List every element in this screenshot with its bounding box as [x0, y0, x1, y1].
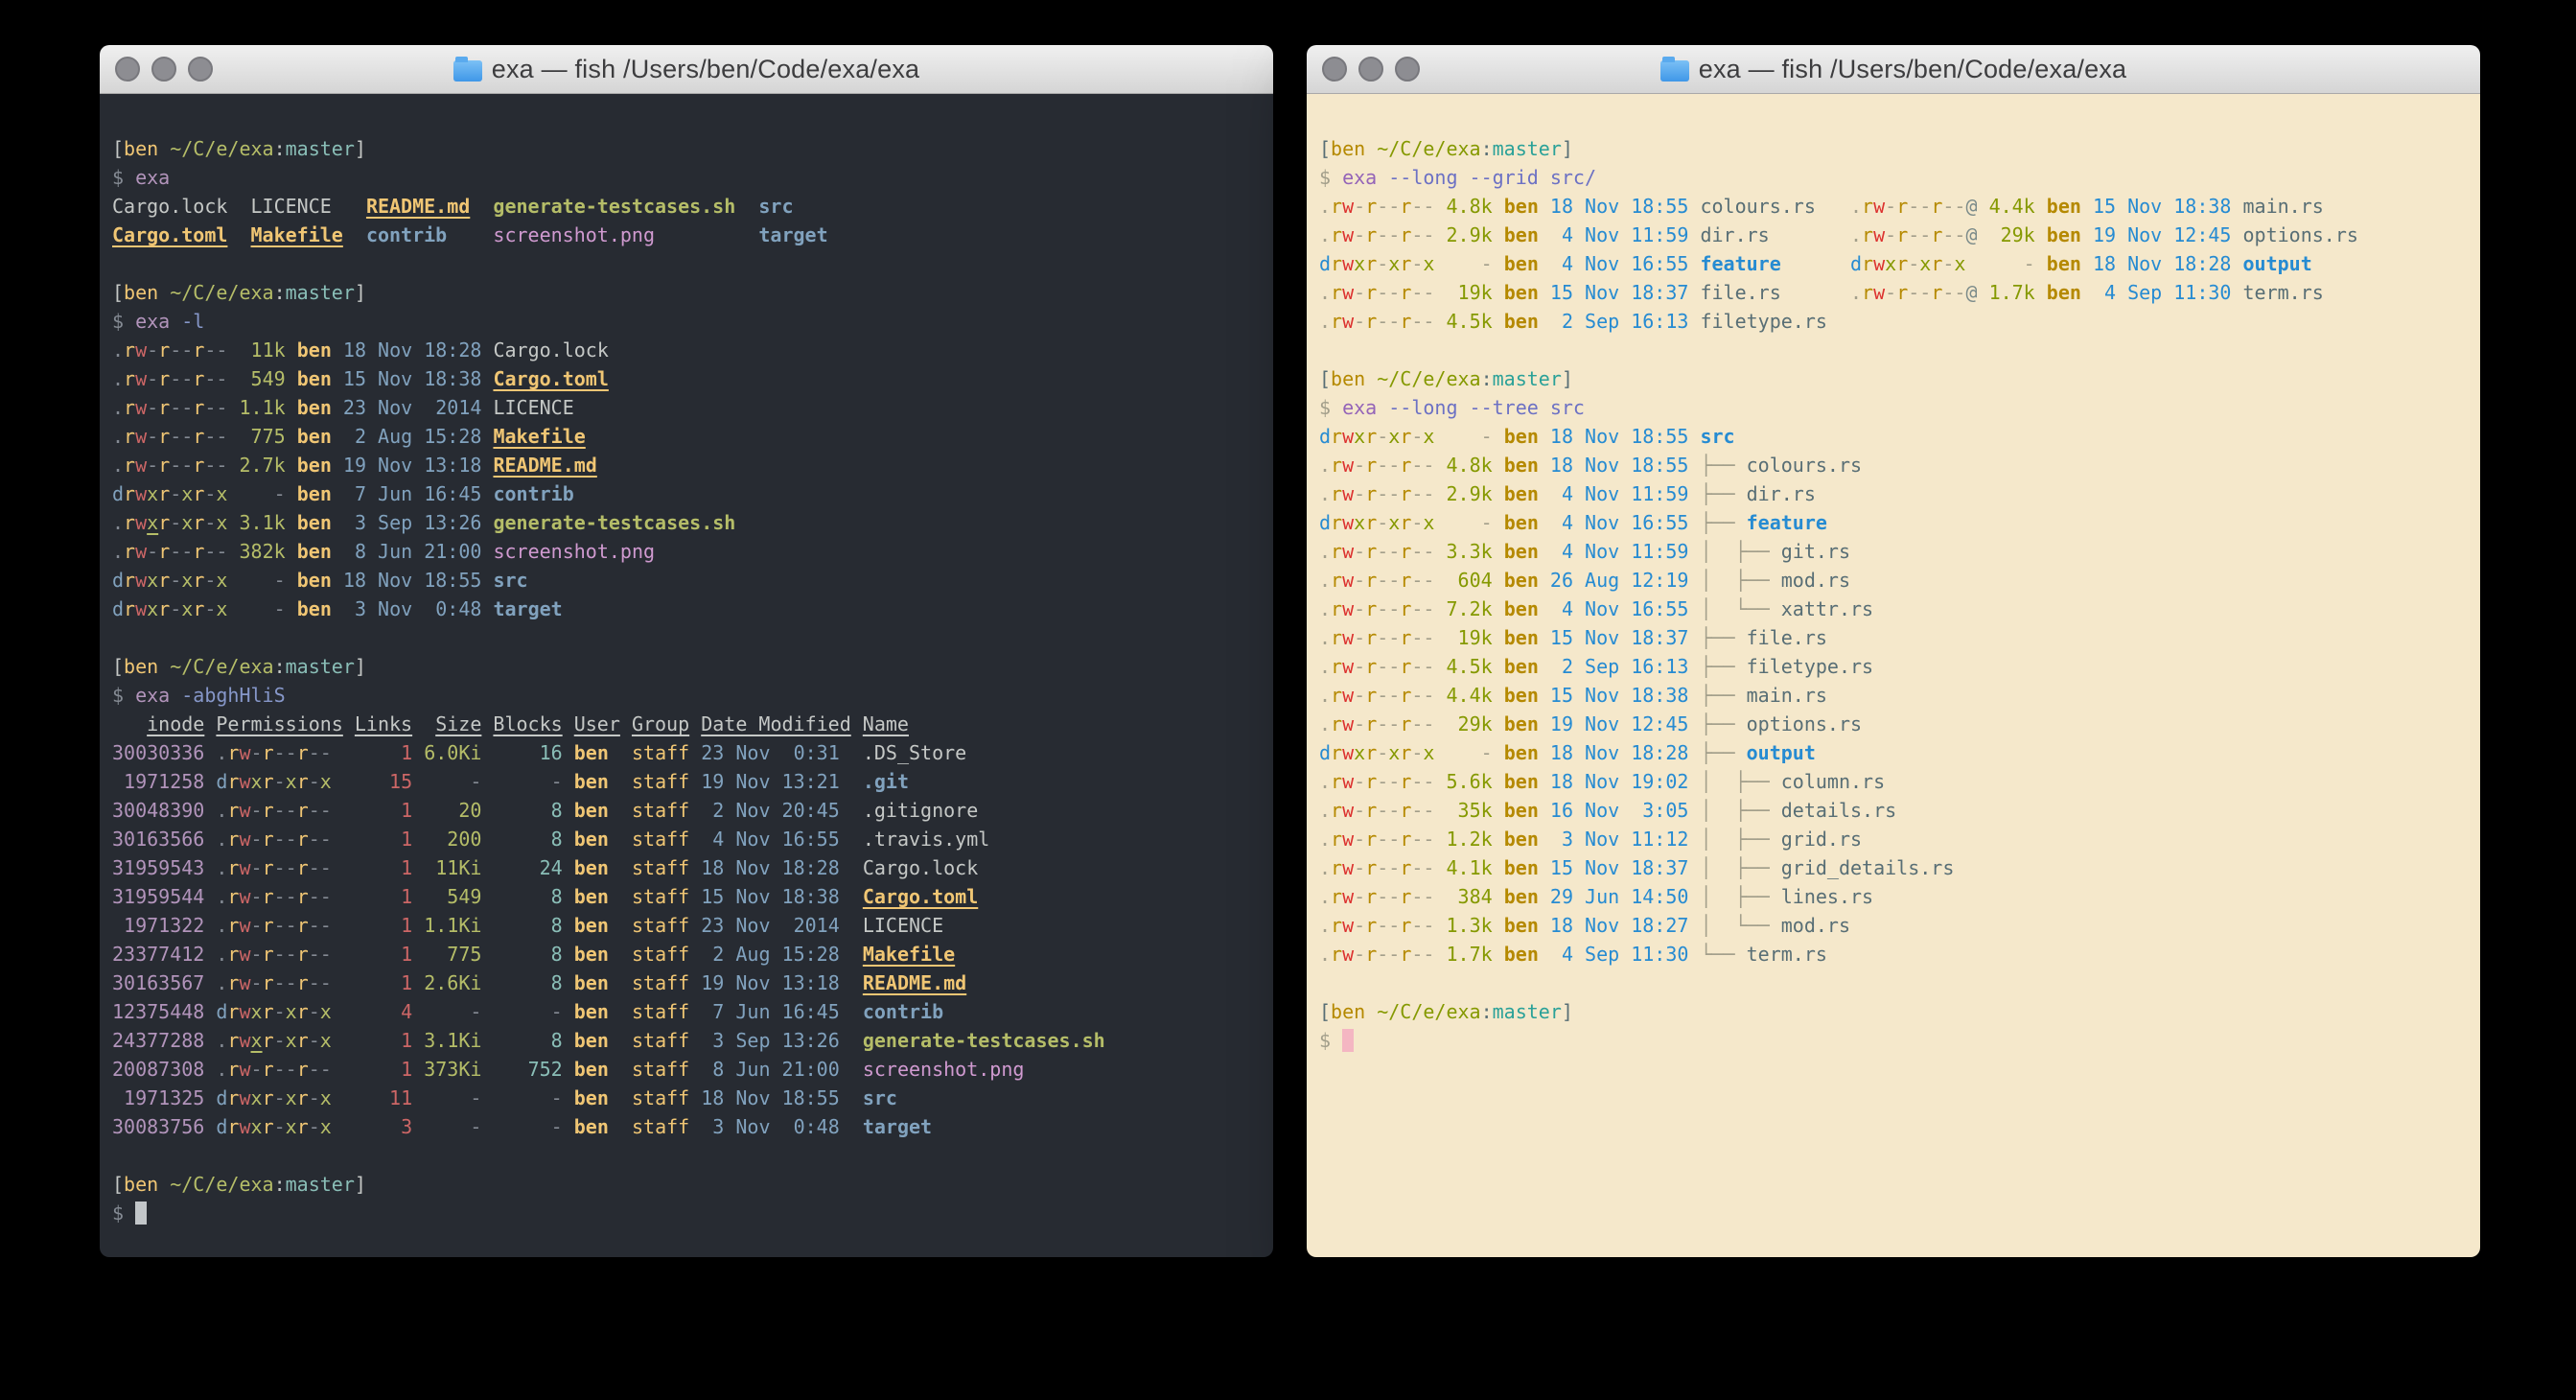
terminal-line: 31959543 .rw-r--r-- 1 11Ki 24 ben staff … — [112, 853, 1264, 882]
terminal-line: [ben ~/C/e/exa:master] — [1319, 134, 2471, 163]
terminal-line: 30083756 drwxr-xr-x 3 - - ben staff 3 No… — [112, 1112, 1264, 1141]
terminal-line: .rw-r--r-- 4.8k ben 18 Nov 18:55 colours… — [1319, 192, 2471, 221]
terminal-window-dark: exa — fish /Users/ben/Code/exa/exa [ben … — [100, 45, 1273, 1257]
window-title: exa — fish /Users/ben/Code/exa/exa — [1699, 55, 2127, 84]
terminal-line: [ben ~/C/e/exa:master] — [112, 278, 1264, 307]
terminal-line: Cargo.toml Makefile contrib screenshot.p… — [112, 221, 1264, 249]
terminal-line: Cargo.lock LICENCE README.md generate-te… — [112, 192, 1264, 221]
window-controls — [1322, 57, 1420, 82]
zoom-button[interactable] — [1395, 57, 1420, 82]
titlebar[interactable]: exa — fish /Users/ben/Code/exa/exa — [1307, 45, 2480, 94]
window-controls — [115, 57, 213, 82]
terminal-line: $ exa — [112, 163, 1264, 192]
minimize-button[interactable] — [1358, 57, 1383, 82]
terminal-line: .rw-r--r-- 3.3k ben 4 Nov 11:59 │ ├── gi… — [1319, 537, 2471, 566]
terminal-line: [ben ~/C/e/exa:master] — [112, 652, 1264, 681]
terminal-line: 23377412 .rw-r--r-- 1 775 8 ben staff 2 … — [112, 940, 1264, 968]
desktop: { "desktop_bg": "#000000", "windows": [ … — [0, 0, 2576, 1400]
terminal-line: .rw-r--r-- 7.2k ben 4 Nov 16:55 │ └── xa… — [1319, 595, 2471, 623]
terminal-line: 12375448 drwxr-xr-x 4 - - ben staff 7 Ju… — [112, 997, 1264, 1026]
terminal-line: drwxr-xr-x - ben 18 Nov 18:55 src — [1319, 422, 2471, 451]
terminal-line: drwxr-xr-x - ben 18 Nov 18:55 src — [112, 566, 1264, 595]
terminal-line: 30163567 .rw-r--r-- 1 2.6Ki 8 ben staff … — [112, 968, 1264, 997]
terminal-line: .rw-r--r-- 11k ben 18 Nov 18:28 Cargo.lo… — [112, 336, 1264, 364]
terminal-line: 1971325 drwxr-xr-x 11 - - ben staff 18 N… — [112, 1084, 1264, 1112]
terminal-line: .rw-r--r-- 4.1k ben 15 Nov 18:37 │ ├── g… — [1319, 853, 2471, 882]
terminal-line — [112, 1141, 1264, 1170]
terminal-line: .rw-r--r-- 35k ben 16 Nov 3:05 │ ├── det… — [1319, 796, 2471, 825]
terminal-line: 1971322 .rw-r--r-- 1 1.1Ki 8 ben staff 2… — [112, 911, 1264, 940]
terminal-line: drwxr-xr-x - ben 18 Nov 18:28 ├── output — [1319, 738, 2471, 767]
close-button[interactable] — [115, 57, 140, 82]
folder-icon — [453, 60, 482, 82]
terminal-line: .rw-r--r-- 549 ben 15 Nov 18:38 Cargo.to… — [112, 364, 1264, 393]
titlebar[interactable]: exa — fish /Users/ben/Code/exa/exa — [100, 45, 1273, 94]
terminal-line: $ — [1319, 1026, 2471, 1055]
terminal-line — [112, 623, 1264, 652]
close-button[interactable] — [1322, 57, 1347, 82]
terminal-line: .rw-r--r-- 2.9k ben 4 Nov 11:59 dir.rs .… — [1319, 221, 2471, 249]
terminal-line: .rw-r--r-- 604 ben 26 Aug 12:19 │ ├── mo… — [1319, 566, 2471, 595]
terminal-line: drwxr-xr-x - ben 3 Nov 0:48 target — [112, 595, 1264, 623]
terminal-line: .rw-r--r-- 1.1k ben 23 Nov 2014 LICENCE — [112, 393, 1264, 422]
terminal-line: .rw-r--r-- 19k ben 15 Nov 18:37 file.rs … — [1319, 278, 2471, 307]
terminal-line: .rw-r--r-- 4.5k ben 2 Sep 16:13 ├── file… — [1319, 652, 2471, 681]
terminal-line: .rw-r--r-- 384 ben 29 Jun 14:50 │ ├── li… — [1319, 882, 2471, 911]
terminal-line: [ben ~/C/e/exa:master] — [1319, 997, 2471, 1026]
terminal-line: .rw-r--r-- 19k ben 15 Nov 18:37 ├── file… — [1319, 623, 2471, 652]
terminal-output[interactable]: [ben ~/C/e/exa:master]$ exaCargo.lock LI… — [100, 94, 1273, 1257]
terminal-line: [ben ~/C/e/exa:master] — [1319, 364, 2471, 393]
terminal-line: .rw-r--r-- 5.6k ben 18 Nov 19:02 │ ├── c… — [1319, 767, 2471, 796]
terminal-line: 30030336 .rw-r--r-- 1 6.0Ki 16 ben staff… — [112, 738, 1264, 767]
terminal-line — [112, 249, 1264, 278]
terminal-line: .rw-r--r-- 29k ben 19 Nov 12:45 ├── opti… — [1319, 710, 2471, 738]
terminal-line — [1319, 968, 2471, 997]
terminal-line: drwxr-xr-x - ben 4 Nov 16:55 ├── feature — [1319, 508, 2471, 537]
terminal-line: .rw-r--r-- 775 ben 2 Aug 15:28 Makefile — [112, 422, 1264, 451]
terminal-output[interactable]: [ben ~/C/e/exa:master]$ exa --long --gri… — [1307, 94, 2480, 1257]
terminal-line: $ exa -abghHliS — [112, 681, 1264, 710]
title-group: exa — fish /Users/ben/Code/exa/exa — [1660, 55, 2127, 84]
terminal-line: .rw-r--r-- 382k ben 8 Jun 21:00 screensh… — [112, 537, 1264, 566]
terminal-line: [ben ~/C/e/exa:master] — [112, 1170, 1264, 1199]
terminal-line: 31959544 .rw-r--r-- 1 549 8 ben staff 15… — [112, 882, 1264, 911]
terminal-line: [ben ~/C/e/exa:master] — [112, 134, 1264, 163]
terminal-line: .rw-r--r-- 2.9k ben 4 Nov 11:59 ├── dir.… — [1319, 479, 2471, 508]
folder-icon — [1660, 60, 1689, 82]
terminal-line: 30163566 .rw-r--r-- 1 200 8 ben staff 4 … — [112, 825, 1264, 853]
terminal-line: .rw-r--r-- 1.2k ben 3 Nov 11:12 │ ├── gr… — [1319, 825, 2471, 853]
terminal-line: drwxr-xr-x - ben 7 Jun 16:45 contrib — [112, 479, 1264, 508]
terminal-line: $ exa --long --grid src/ — [1319, 163, 2471, 192]
title-group: exa — fish /Users/ben/Code/exa/exa — [453, 55, 920, 84]
minimize-button[interactable] — [151, 57, 176, 82]
terminal-line: $ exa --long --tree src — [1319, 393, 2471, 422]
terminal-line: 24377288 .rwxr-xr-x 1 3.1Ki 8 ben staff … — [112, 1026, 1264, 1055]
terminal-line: inode Permissions Links Size Blocks User… — [112, 710, 1264, 738]
window-title: exa — fish /Users/ben/Code/exa/exa — [492, 55, 920, 84]
terminal-line: 30048390 .rw-r--r-- 1 20 8 ben staff 2 N… — [112, 796, 1264, 825]
cursor-block — [1342, 1029, 1354, 1052]
zoom-button[interactable] — [188, 57, 213, 82]
cursor-block — [135, 1202, 147, 1225]
terminal-line: .rw-r--r-- 2.7k ben 19 Nov 13:18 README.… — [112, 451, 1264, 479]
terminal-line: .rw-r--r-- 1.7k ben 4 Sep 11:30 └── term… — [1319, 940, 2471, 968]
terminal-line: 1971258 drwxr-xr-x 15 - - ben staff 19 N… — [112, 767, 1264, 796]
terminal-line — [1319, 336, 2471, 364]
terminal-window-light: exa — fish /Users/ben/Code/exa/exa [ben … — [1307, 45, 2480, 1257]
terminal-line: .rw-r--r-- 4.4k ben 15 Nov 18:38 ├── mai… — [1319, 681, 2471, 710]
terminal-line: .rw-r--r-- 4.5k ben 2 Sep 16:13 filetype… — [1319, 307, 2471, 336]
terminal-line: drwxr-xr-x - ben 4 Nov 16:55 feature drw… — [1319, 249, 2471, 278]
terminal-line: .rw-r--r-- 1.3k ben 18 Nov 18:27 │ └── m… — [1319, 911, 2471, 940]
terminal-line: 20087308 .rw-r--r-- 1 373Ki 752 ben staf… — [112, 1055, 1264, 1084]
terminal-line: .rw-r--r-- 4.8k ben 18 Nov 18:55 ├── col… — [1319, 451, 2471, 479]
terminal-line: .rwxr-xr-x 3.1k ben 3 Sep 13:26 generate… — [112, 508, 1264, 537]
terminal-line: $ exa -l — [112, 307, 1264, 336]
terminal-line: $ — [112, 1199, 1264, 1227]
